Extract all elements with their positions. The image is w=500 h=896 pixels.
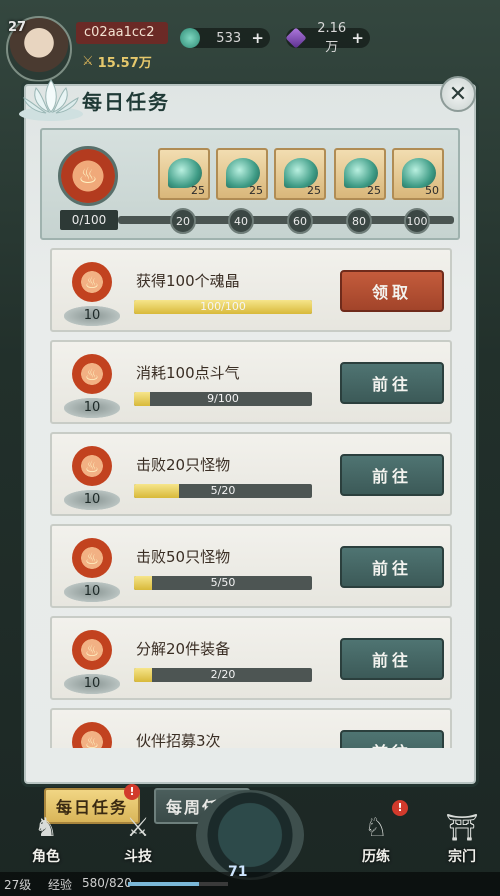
arena-icon: ⚔ [126, 813, 150, 843]
gem-amount: 2.16万 [317, 21, 347, 55]
activity-points: 0/100 [60, 210, 118, 230]
reward-chest-60[interactable]: 25 [274, 148, 326, 200]
go-button[interactable]: 前往 [340, 638, 444, 680]
task-name: 伙伴招募3次 [136, 732, 221, 748]
top-hud: 27 c02aa1cc2 ⚔ 15.57万 533 + 2.16万 + [0, 0, 500, 82]
add-jade-button[interactable]: + [251, 29, 264, 47]
task-progress-bar: 9/100 [134, 392, 312, 406]
go-button[interactable]: 前往 [340, 454, 444, 496]
task-name: 击败50只怪物 [136, 548, 231, 566]
task-name: 分解20件装备 [136, 640, 231, 658]
reward-chest-80[interactable]: 25 [334, 148, 386, 200]
nav-arena[interactable]: ⚔ 斗技 [108, 810, 168, 870]
task-progress-bar: 100/100 [134, 300, 312, 314]
task-points: 10 [64, 674, 120, 694]
energy-value: 71 [228, 864, 248, 880]
reward-qty: 25 [249, 184, 263, 197]
flame-token-icon: ♨ [72, 446, 112, 486]
close-icon: ✕ [448, 81, 468, 107]
player-level: 27 [8, 20, 27, 35]
task-progress-bar: 5/50 [134, 576, 312, 590]
panel-title: 每日任务 [82, 90, 170, 114]
add-gem-button[interactable]: + [351, 29, 364, 47]
task-progress-text: 2/20 [210, 668, 236, 681]
task-name: 消耗100点斗气 [136, 364, 240, 382]
task-row: ♨ 10 击败50只怪物 5/50 前往 [50, 524, 452, 608]
task-row: ♨ 10 获得100个魂晶 100/100 领取 [50, 248, 452, 332]
jade-amount: 533 [216, 30, 242, 46]
task-name: 获得100个魂晶 [136, 272, 240, 290]
task-row: ♨ 10 击败20只怪物 5/20 前往 [50, 432, 452, 516]
task-progress-text: 5/20 [210, 484, 236, 497]
combat-power: 15.57万 [97, 55, 152, 71]
task-points: 10 [64, 398, 120, 418]
task-points: 10 [64, 582, 120, 602]
nav-training[interactable]: ♘ 历练 [346, 810, 406, 870]
flame-token-icon: ♨ [72, 354, 112, 394]
main-orb-button[interactable] [196, 790, 304, 880]
reward-qty: 25 [367, 184, 381, 197]
flame-token-icon: ♨ [72, 722, 112, 748]
task-progress-bar: 5/20 [134, 484, 312, 498]
reward-qty: 50 [425, 184, 439, 197]
exp-fill [128, 882, 199, 886]
milestone-marker: 80 [346, 208, 372, 234]
notification-badge: ! [124, 784, 140, 800]
nav-label: 历练 [362, 849, 390, 865]
jade-currency: 533 + [180, 28, 270, 48]
go-button[interactable]: 前往 [340, 362, 444, 404]
claim-button[interactable]: 领取 [340, 270, 444, 312]
notification-badge: ! [392, 800, 408, 816]
milestone-marker: 20 [170, 208, 196, 234]
go-button[interactable]: 前往 [340, 730, 444, 748]
task-name: 击败20只怪物 [136, 456, 231, 474]
go-button[interactable]: 前往 [340, 546, 444, 588]
exp-bar [128, 882, 228, 886]
task-row: ♨ 10 消耗100点斗气 9/100 前往 [50, 340, 452, 424]
reward-chest-20[interactable]: 25 [158, 148, 210, 200]
jade-icon [180, 28, 200, 48]
flame-token-icon: ♨ [72, 630, 112, 670]
flame-token-icon: ♨ [58, 146, 118, 206]
sect-gate-icon: ⛩ [445, 813, 479, 843]
nav-label: 斗技 [124, 849, 152, 865]
task-points: 10 [64, 490, 120, 510]
gem-icon [285, 27, 307, 49]
nav-character[interactable]: ♞ 角色 [16, 810, 76, 870]
lotus-icon [19, 79, 83, 121]
milestone-marker: 40 [228, 208, 254, 234]
footer-level: 27级 [4, 878, 32, 892]
reward-qty: 25 [307, 184, 321, 197]
flame-token-icon: ♨ [72, 538, 112, 578]
character-icon: ♞ [34, 813, 58, 843]
close-button[interactable]: ✕ [440, 76, 476, 112]
milestone-marker: 60 [287, 208, 313, 234]
task-row: ♨ 10 伙伴招募3次 前往 [50, 708, 452, 748]
footer-bar [0, 872, 500, 896]
exp-value: 580/820 [82, 876, 132, 890]
crossed-swords-icon: ⚔ [82, 53, 94, 69]
milestone-marker: 100 [404, 208, 430, 234]
activity-progress: ♨ 0/100 25 25 25 25 50 20 40 60 80 100 [40, 128, 460, 240]
nav-sect[interactable]: ⛩ 宗门 [432, 810, 492, 870]
task-progress-text: 100/100 [200, 300, 246, 313]
gem-currency: 2.16万 + [285, 21, 370, 55]
nav-label: 角色 [32, 849, 60, 865]
task-list[interactable]: ♨ 10 获得100个魂晶 100/100 领取 ♨ 10 消耗100点斗气 9… [50, 248, 452, 748]
reward-chest-100[interactable]: 50 [392, 148, 444, 200]
task-points: 10 [64, 306, 120, 326]
flame-token-icon: ♨ [72, 262, 112, 302]
task-progress-text: 9/100 [207, 392, 239, 405]
nav-label: 宗门 [448, 849, 476, 865]
power-row: ⚔ 15.57万 [82, 52, 152, 71]
exp-label: 经验 [48, 878, 73, 892]
reward-qty: 25 [191, 184, 205, 197]
reward-chest-40[interactable]: 25 [216, 148, 268, 200]
task-progress-text: 5/50 [210, 576, 236, 589]
task-row: ♨ 10 分解20件装备 2/20 前往 [50, 616, 452, 700]
player-name: c02aa1cc2 [76, 22, 168, 44]
task-progress-bar: 2/20 [134, 668, 312, 682]
